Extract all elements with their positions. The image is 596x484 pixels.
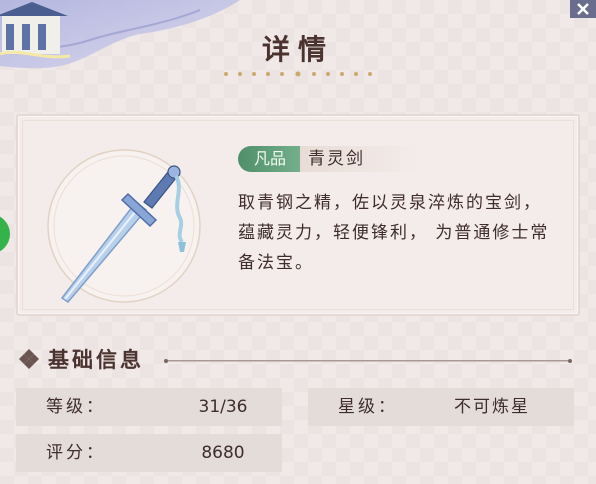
item-card: 凡品 青灵剑 取青钢之精，佐以灵泉淬炼的宝剑，蕴藏灵力，轻便锋利， 为普通修士常…: [16, 114, 580, 316]
stat-score: 评分： 8680: [16, 434, 282, 472]
diamond-icon: [19, 349, 39, 369]
stat-label: 星级：: [338, 397, 398, 417]
sword-icon: [47, 149, 201, 303]
stat-value: 31/36: [198, 397, 248, 417]
close-icon[interactable]: [570, 0, 596, 18]
basic-info-header: 基础信息: [18, 344, 578, 376]
page-title: 详情: [261, 33, 334, 66]
header-divider: [164, 359, 572, 363]
item-name: 青灵剑: [308, 149, 365, 169]
stat-level: 等级： 31/36: [16, 388, 282, 426]
stat-label: 等级：: [46, 397, 106, 417]
stat-value: 8680: [201, 443, 245, 463]
title-ornament: [224, 71, 372, 77]
stat-star: 星级： 不可炼星: [308, 388, 574, 426]
item-description: 取青钢之精，佐以灵泉淬炼的宝剑，蕴藏灵力，轻便锋利， 为普通修士常备法宝。: [238, 193, 550, 273]
stat-value: 不可炼星: [454, 397, 530, 417]
tier-badge: 凡品: [238, 146, 302, 172]
section-title: 基础信息: [48, 347, 144, 372]
stat-label: 评分：: [46, 443, 106, 463]
